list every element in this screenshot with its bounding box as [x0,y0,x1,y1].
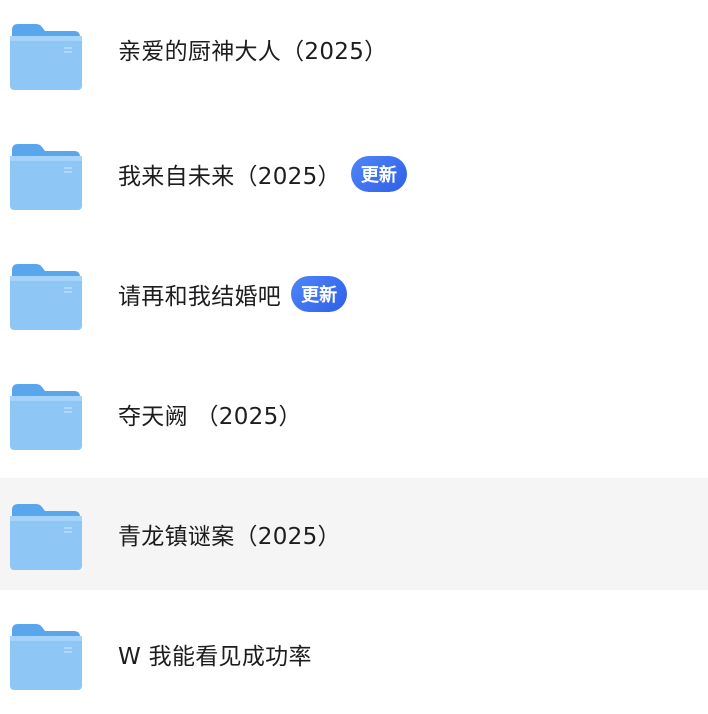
folder-row[interactable]: 青龙镇谜案（2025） [0,478,708,590]
folder-icon [10,22,82,90]
update-badge: 更新 [291,276,348,312]
folder-name: 请再和我结婚吧 [118,284,282,310]
folder-row[interactable]: W 我能看见成功率 [0,598,708,710]
folder-row[interactable]: 亲爱的厨神大人（2025） [0,0,708,105]
folder-name: 夺天阙 （2025） [118,404,302,430]
folder-list: 亲爱的厨神大人（2025） 我来自未来（2025） 更新 请再和我结婚吧 更新 … [0,0,708,714]
folder-name-wrap: 请再和我结婚吧 更新 [118,276,348,312]
folder-name-wrap: W 我能看见成功率 [118,637,312,671]
folder-name-wrap: 青龙镇谜案（2025） [118,517,341,551]
folder-name-wrap: 夺天阙 （2025） [118,397,302,431]
folder-icon [10,382,82,450]
folder-row[interactable]: 我来自未来（2025） 更新 [0,118,708,230]
folder-icon [10,502,82,570]
folder-name: 我来自未来（2025） [118,164,341,190]
folder-name: 青龙镇谜案（2025） [118,524,341,550]
update-badge: 更新 [350,156,407,192]
folder-name-wrap: 我来自未来（2025） 更新 [118,156,407,192]
folder-name: W 我能看见成功率 [118,644,312,670]
folder-name: 亲爱的厨神大人（2025） [118,39,388,65]
folder-icon [10,142,82,210]
folder-icon [10,262,82,330]
folder-row[interactable]: 夺天阙 （2025） [0,358,708,470]
folder-icon [10,622,82,690]
folder-name-wrap: 亲爱的厨神大人（2025） [118,32,387,66]
folder-row[interactable]: 请再和我结婚吧 更新 [0,238,708,350]
